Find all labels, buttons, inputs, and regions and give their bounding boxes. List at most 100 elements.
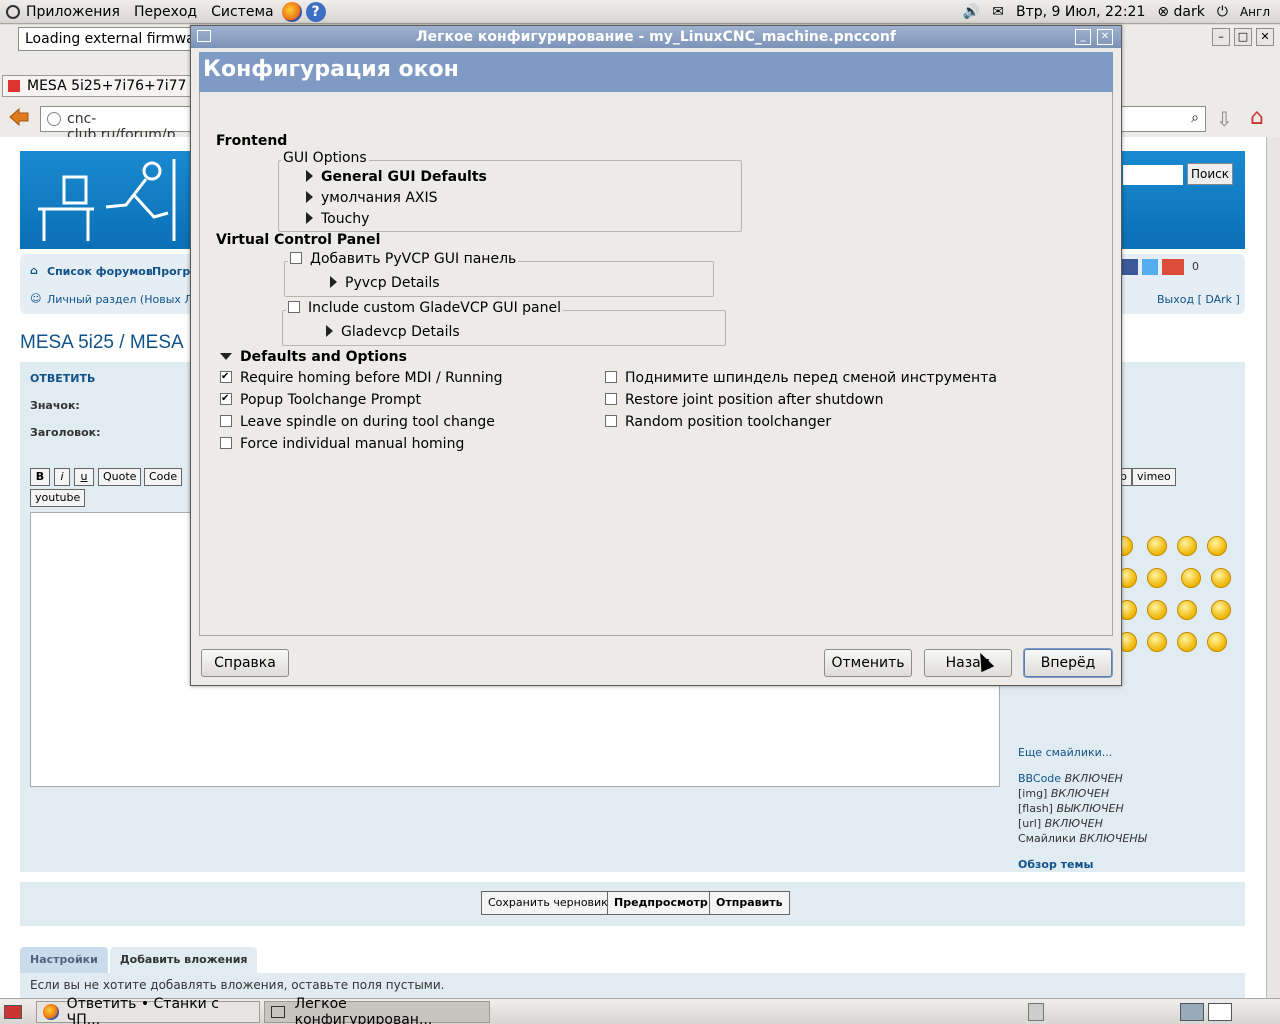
forward-button[interactable]: Вперёд — [1024, 649, 1112, 677]
menu-applications[interactable]: Приложения — [26, 4, 120, 20]
twitter-icon[interactable] — [1142, 259, 1158, 275]
facebook-icon[interactable] — [1122, 259, 1138, 275]
bbcode-link[interactable]: BBCode — [1018, 772, 1061, 785]
option-checkbox[interactable] — [605, 393, 617, 405]
mail-icon[interactable]: ✉ — [992, 4, 1004, 20]
browser-search-input[interactable]: ⌕ — [1120, 106, 1206, 132]
underline-button[interactable]: u — [74, 468, 94, 486]
preview-button[interactable]: Предпросмотр — [607, 891, 715, 915]
url-input[interactable]: cnc-club.ru/forum/p — [40, 106, 200, 143]
option-popup-toolchange[interactable]: Popup Toolchange Prompt — [220, 392, 421, 408]
more-smilies-link[interactable]: Еще смайлики... — [1018, 745, 1147, 760]
option-checkbox[interactable] — [605, 415, 617, 427]
pyvcp-checkbox-box[interactable] — [290, 252, 302, 264]
option-checkbox[interactable] — [605, 371, 617, 383]
dialog-titlebar[interactable]: Легкое конфигурирование - my_LinuxCNC_ma… — [191, 26, 1121, 48]
back-button[interactable]: Назад — [924, 649, 1012, 677]
expander-gladevcp-details[interactable]: Gladevcp Details — [326, 324, 460, 340]
smiley-icon[interactable] — [1177, 600, 1198, 620]
vimeo-button[interactable]: vimeo — [1132, 468, 1176, 486]
smiley-icon[interactable] — [1177, 536, 1198, 556]
expander-touchy[interactable]: Touchy — [306, 211, 369, 227]
cancel-button[interactable]: Отменить — [824, 649, 912, 677]
firefox-launcher-icon[interactable] — [281, 1, 302, 22]
pyvcp-checkbox[interactable]: Добавить PyVCP GUI панель — [288, 251, 519, 267]
smilies-status: Смайлики ВКЛЮЧЕНЫ — [1018, 831, 1147, 846]
smiley-icon[interactable] — [1147, 568, 1168, 588]
help-button[interactable]: Справка — [201, 649, 289, 677]
menu-places[interactable]: Переход — [134, 4, 197, 20]
option-require-homing[interactable]: Require homing before MDI / Running — [220, 370, 503, 386]
option-checkbox[interactable] — [220, 371, 232, 383]
site-search-button[interactable]: Поиск — [1187, 163, 1233, 185]
smiley-icon[interactable] — [1181, 568, 1202, 588]
dialog-content: Frontend GUI Options General GUI Default… — [199, 92, 1113, 636]
option-checkbox[interactable] — [220, 437, 232, 449]
close-icon[interactable]: ✕ — [1256, 28, 1274, 46]
taskbar-item-browser[interactable]: Ответить • Станки с ЧП... — [36, 996, 260, 1024]
minimize-icon[interactable]: – — [1212, 28, 1230, 46]
tab-settings[interactable]: Настройки — [20, 947, 108, 973]
browser-tab[interactable]: MESA 5i25+7i76+7i77 • — [2, 75, 192, 97]
option-checkbox[interactable] — [220, 415, 232, 427]
download-icon[interactable]: ⇩ — [1216, 107, 1233, 131]
smiley-icon[interactable] — [1207, 632, 1228, 652]
maximize-icon[interactable]: □ — [1234, 28, 1252, 46]
smiley-icon[interactable] — [1147, 536, 1168, 556]
workspace-switcher[interactable] — [1180, 1003, 1204, 1021]
close-icon[interactable]: ✕ — [1097, 29, 1113, 45]
option-random-toolchanger[interactable]: Random position toolchanger — [605, 414, 831, 430]
topic-review-link[interactable]: Обзор темы — [1018, 857, 1147, 872]
personal-section-link[interactable]: Личный раздел (Новых ЛС: — [47, 293, 204, 306]
save-draft-button[interactable]: Сохранить черновик — [481, 891, 615, 915]
smiley-icon[interactable] — [1211, 600, 1232, 620]
show-desktop-icon[interactable] — [4, 1004, 22, 1019]
home-icon[interactable]: ⌂ — [1250, 105, 1264, 130]
tab-attachments[interactable]: Добавить вложения — [109, 947, 258, 973]
user-menu[interactable]: ⊗ dark — [1157, 4, 1205, 20]
topic-title[interactable]: MESA 5i25 / MESA — [20, 332, 184, 354]
expander-axis-defaults[interactable]: умолчания AXIS — [306, 190, 438, 206]
expander-general-gui-defaults[interactable]: General GUI Defaults — [306, 169, 487, 185]
gladevcp-checkbox[interactable]: Include custom GladeVCP GUI panel — [286, 300, 563, 316]
menu-system[interactable]: Система — [211, 4, 273, 20]
expander-defaults-and-options[interactable]: Defaults and Options — [220, 349, 407, 365]
quote-button[interactable]: Quote — [98, 468, 142, 486]
search-icon[interactable]: ⌕ — [1191, 110, 1199, 126]
youtube-button[interactable]: youtube — [30, 489, 86, 507]
gladevcp-checkbox-box[interactable] — [288, 301, 300, 313]
breadcrumb-forums[interactable]: Список форумов — [47, 265, 153, 278]
option-checkbox[interactable] — [220, 393, 232, 405]
site-search-input[interactable] — [1123, 165, 1183, 185]
option-restore-joint-position[interactable]: Restore joint position after shutdown — [605, 392, 884, 408]
keyboard-layout[interactable]: Англ — [1240, 5, 1270, 19]
volume-icon[interactable]: 🔊 — [963, 4, 980, 20]
smiley-icon[interactable] — [1177, 632, 1198, 652]
option-force-manual-homing[interactable]: Force individual manual homing — [220, 436, 464, 452]
workspace-switcher-2[interactable] — [1208, 1003, 1232, 1021]
smiley-icon[interactable] — [1207, 536, 1228, 556]
italic-button[interactable]: i — [54, 468, 70, 486]
expander-pyvcp-details[interactable]: Pyvcp Details — [330, 275, 440, 291]
logout-link[interactable]: Выход [ DArk ] — [1157, 293, 1240, 306]
clock[interactable]: Втр, 9 Июл, 22:21 — [1016, 4, 1145, 20]
gnome-foot-icon[interactable] — [6, 4, 20, 19]
trash-icon[interactable] — [1028, 1003, 1044, 1021]
gplus-icon[interactable] — [1162, 259, 1184, 275]
page-scrollbar[interactable] — [1266, 137, 1280, 998]
help-icon[interactable]: ? — [305, 1, 326, 22]
minimize-icon[interactable]: _ — [1075, 29, 1091, 45]
site-logo[interactable] — [34, 157, 194, 243]
power-icon[interactable]: ⏻ — [1217, 4, 1228, 20]
window-menu-icon[interactable] — [197, 30, 211, 42]
taskbar-item-pncconf[interactable]: Легкое конфигурирован... — [264, 996, 490, 1024]
smiley-icon[interactable] — [1147, 600, 1168, 620]
submit-button[interactable]: Отправить — [709, 891, 790, 915]
bold-button[interactable]: B — [30, 468, 50, 486]
back-arrow-icon[interactable] — [8, 107, 30, 127]
code-button[interactable]: Code — [144, 468, 183, 486]
smiley-icon[interactable] — [1211, 568, 1232, 588]
option-leave-spindle-on[interactable]: Leave spindle on during tool change — [220, 414, 495, 430]
option-raise-spindle[interactable]: Поднимите шпиндель перед сменой инструме… — [605, 370, 997, 386]
smiley-icon[interactable] — [1147, 632, 1168, 652]
